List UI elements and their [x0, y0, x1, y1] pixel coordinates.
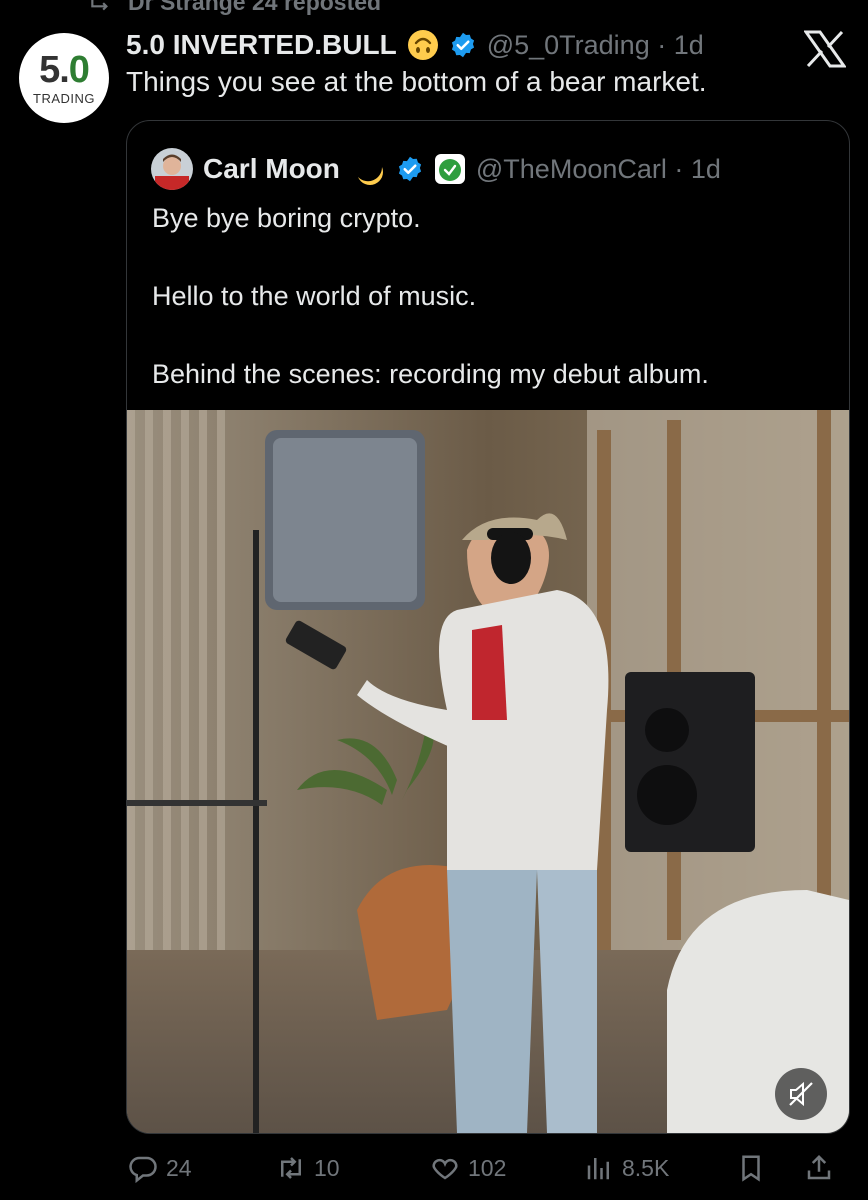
- avatar-text-b: 0: [68, 48, 90, 91]
- views-icon: [587, 1158, 609, 1180]
- bookmark-icon: [742, 1155, 760, 1182]
- quoted-tweet-card[interactable]: Carl Moon @TheMoonCarl · 1d Bye bye bori…: [126, 120, 850, 1134]
- tweet-actions-bar: 24 10 102 8.5K: [126, 1148, 848, 1188]
- quoted-tweet-text: Bye bye boring crypto. Hello to the worl…: [152, 199, 832, 433]
- reply-icon: [129, 1156, 157, 1183]
- quoted-paragraph: Behind the scenes: recording my debut al…: [152, 359, 709, 389]
- affiliate-badge-icon: [434, 154, 465, 184]
- quoted-author-name[interactable]: Carl Moon: [203, 153, 340, 185]
- bookmark-button[interactable]: [736, 1148, 766, 1188]
- quoted-author-avatar[interactable]: [151, 148, 193, 190]
- like-button[interactable]: 102: [430, 1148, 506, 1188]
- video-frame: [127, 410, 849, 1133]
- author-name[interactable]: 5.0 INVERTED.BULL: [126, 29, 397, 61]
- repost-icon: [281, 1157, 301, 1179]
- author-avatar[interactable]: 5.0 TRADING: [19, 33, 109, 123]
- verified-badge-icon: [451, 32, 474, 58]
- share-icon: [807, 1154, 831, 1180]
- quoted-verified-badge-icon: [398, 156, 421, 182]
- quoted-paragraph: Bye bye boring crypto.: [152, 203, 421, 233]
- avatar-text-small: TRADING: [33, 90, 95, 106]
- tweet-text: Things you see at the bottom of a bear m…: [126, 66, 707, 97]
- upside-down-face-icon: [407, 30, 438, 60]
- quoted-tweet-time[interactable]: 1d: [691, 154, 721, 184]
- reply-count: 24: [166, 1154, 192, 1181]
- share-button[interactable]: [804, 1148, 834, 1188]
- mute-button[interactable]: [775, 1068, 827, 1120]
- repost-text: Dr Strange 24 reposted: [128, 0, 382, 15]
- quoted-tweet-header: Carl Moon @TheMoonCarl · 1d: [151, 147, 721, 191]
- avatar-text-a: 5.: [39, 48, 70, 91]
- tweet-header: 5.0 INVERTED.BULL @5_0Trading · 1d: [126, 29, 704, 61]
- volume-off-icon: [789, 1081, 813, 1107]
- quoted-paragraph: Hello to the world of music.: [152, 281, 477, 311]
- views-count: 8.5K: [622, 1154, 670, 1181]
- crescent-moon-icon: [357, 167, 383, 185]
- author-handle[interactable]: @5_0Trading: [487, 30, 650, 60]
- quoted-author-handle[interactable]: @TheMoonCarl: [476, 154, 667, 184]
- video-player[interactable]: [127, 410, 849, 1133]
- repost-indicator[interactable]: Dr Strange 24 reposted: [88, 0, 381, 18]
- views-button[interactable]: 8.5K: [584, 1148, 669, 1188]
- repost-button[interactable]: 10: [276, 1148, 340, 1188]
- tweet-time[interactable]: 1d: [674, 30, 704, 60]
- repost-icon: [91, 0, 108, 11]
- x-logo-icon[interactable]: [804, 30, 846, 68]
- reply-button[interactable]: 24: [128, 1148, 192, 1188]
- repost-count: 10: [314, 1154, 340, 1181]
- heart-icon: [432, 1158, 458, 1180]
- like-count: 102: [468, 1154, 507, 1181]
